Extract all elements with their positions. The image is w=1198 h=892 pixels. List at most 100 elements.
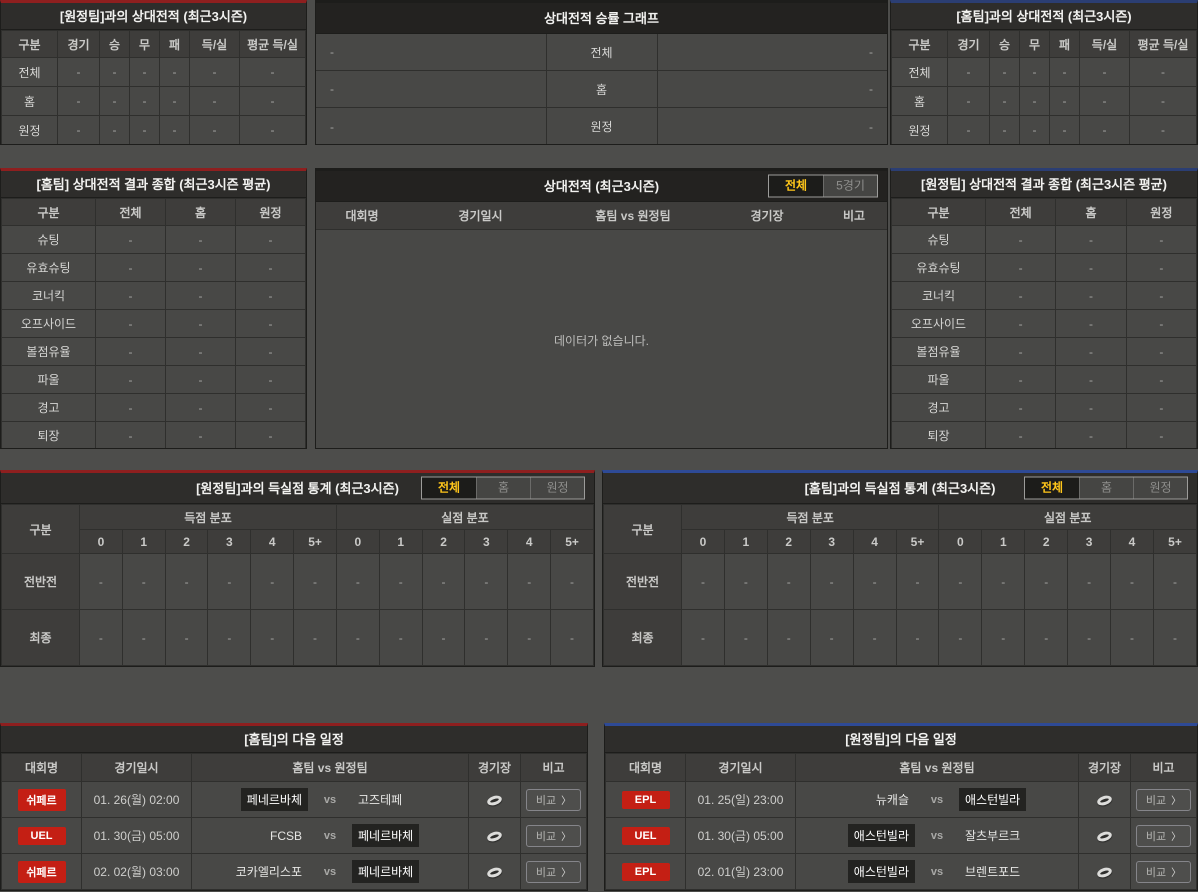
stat-cell: - [809,553,854,610]
compare-button[interactable]: 비교 〉 [525,824,582,847]
stadium-icon[interactable] [485,865,504,879]
stat-cell: - [95,393,166,422]
bin-header: 5+ [1152,529,1197,554]
col-header: 전체 [984,198,1057,226]
compare-button[interactable]: 비교 〉 [525,860,582,883]
row-label: 전체 [1,57,58,87]
panel-h2h-vs-away: [원정팀]과의 상대전적 (최근3시즌) 구분 경기 승 무 패 득/실 평균 … [0,0,307,145]
stat-cell: - [809,609,854,666]
stat-cell: - [99,115,130,144]
stat-cell: - [1125,309,1197,338]
stat-cell: - [1055,225,1127,254]
stat-cell: - [207,609,252,666]
stat-cell: - [165,225,236,254]
col-header: 득/실 [1079,30,1130,58]
compare-button[interactable]: 비교 〉 [1135,860,1192,883]
tab-all[interactable]: 전체 [1025,477,1079,499]
bin-header: 0 [335,529,380,554]
stat-cell: - [293,553,337,610]
col-header: 구분 [891,198,986,226]
stat-cell: - [99,57,130,87]
stat-cell: - [507,553,552,610]
away-team: 페네르바체 [352,824,420,847]
stat-cell: - [250,553,295,610]
home-team: FCSB [269,828,302,843]
tab-home[interactable]: 홈 [476,477,530,499]
tab-all[interactable]: 전체 [769,175,823,197]
stadium-icon[interactable] [485,793,504,807]
stat-cell: - [723,609,768,666]
col-header: 무 [129,30,160,58]
stadium-icon[interactable] [485,829,504,843]
stat-cell: - [165,337,236,366]
bin-header: 4 [852,529,897,554]
stat-cell: - [852,553,897,610]
winrate-label: 전체 [545,34,658,70]
stat-cell: - [235,225,306,254]
stadium-icon[interactable] [1095,865,1114,879]
row-label: 퇴장 [1,421,96,448]
league-badge: UEL [621,826,670,845]
stat-cell: - [947,115,990,144]
stat-cell: - [95,225,166,254]
compare-button[interactable]: 비교 〉 [525,788,582,811]
stat-cell: - [95,309,166,338]
stat-cell: - [293,609,337,666]
col-header: 평균 득/실 [239,30,306,58]
tab-away[interactable]: 원정 [530,477,584,499]
league-badge: EPL [621,862,670,881]
stat-cell: - [1055,365,1127,394]
away-team: 잘츠부르크 [965,829,1021,843]
panel-title-bar: [홈팀]과의 득실점 통계 (최근3시즌) 전체 홈 원정 [603,473,1197,504]
row-label: 코너킥 [1,281,96,310]
schedule-row: 쉬페르 01. 26(월) 02:00 페네르바체 vs 고즈테페 비교 〉 [1,781,587,818]
bin-header: 5+ [293,529,337,554]
col-header: 경기일시 [685,753,796,782]
stat-cell: - [938,609,983,666]
stadium-icon[interactable] [1095,829,1114,843]
stat-cell: - [1125,393,1197,422]
stat-cell: - [79,609,123,666]
group-header-conceded: 실점 분포 [938,504,1197,530]
tab-home[interactable]: 홈 [1079,477,1133,499]
stat-cell: - [235,309,306,338]
stat-cell: - [239,86,306,116]
stat-cell: - [1055,337,1127,366]
goal-stats-table: 구분 득점 분포 실점 분포 0 1 2 3 4 5+ 0 1 2 3 4 5+ 전반전 -----… [1,504,594,666]
stat-cell: - [895,609,940,666]
stat-cell: - [981,553,1026,610]
bin-header: 4 [507,529,552,554]
tab-away[interactable]: 원정 [1133,477,1187,499]
compare-button[interactable]: 비교 〉 [1135,824,1192,847]
stat-cell: - [989,57,1020,87]
bin-header: 5+ [895,529,940,554]
stat-cell: - [159,86,190,116]
bin-header: 3 [464,529,509,554]
stadium-icon[interactable] [1095,793,1114,807]
team-matchup: 페네르바체 vs 고즈테페 [193,788,468,811]
stat-cell: - [421,609,466,666]
match-datetime: 01. 26(월) 02:00 [81,781,192,818]
stat-cell: - [550,553,594,610]
panel-summary-away: [원정팀] 상대전적 결과 종합 (최근3시즌 평균) 구분 전체 홈 원정 슈… [890,168,1198,449]
stat-cell: - [1125,365,1197,394]
stat-cell: - [1125,281,1197,310]
compare-button[interactable]: 비교 〉 [1135,788,1192,811]
row-label: 전반전 [1,553,80,610]
home-team: 코카엘리스포 [235,865,302,879]
bin-header: 2 [421,529,466,554]
stat-cell: - [165,253,236,282]
away-team: 애스턴빌라 [959,788,1027,811]
group-header-scored: 득점 분포 [79,504,337,530]
stat-cell: - [95,421,166,448]
tab-5games[interactable]: 5경기 [823,175,877,197]
row-label: 원정 [891,115,948,144]
team-matchup: 애스턴빌라 vs 잘츠부르크 [797,824,1078,847]
tab-all[interactable]: 전체 [422,477,476,499]
stat-cell: - [766,553,811,610]
stat-cell: - [984,393,1057,422]
panel-title-bar: 상대전적 (최근3시즌) 전체 5경기 [316,171,887,202]
winrate-row: - 원정 - [316,108,887,144]
stat-cell: - [550,609,594,666]
stat-cell: - [1152,609,1197,666]
